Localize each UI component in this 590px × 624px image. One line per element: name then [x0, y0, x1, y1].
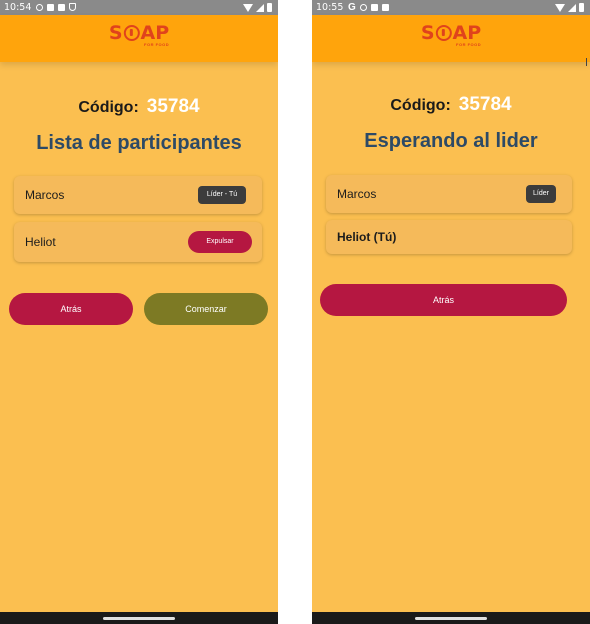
- status-time: 10:55: [316, 2, 344, 13]
- phone-screen-leader: 10:54 S AP FOR FOOD Código: 35784 Lista de…: [0, 0, 278, 624]
- status-bar: 10:55 G: [312, 0, 590, 15]
- battery-icon: [267, 3, 272, 12]
- wifi-icon: [243, 3, 253, 12]
- back-button[interactable]: Atrás: [9, 293, 133, 325]
- app-bar: S AP FOR FOOD: [312, 15, 590, 62]
- fork-knife-icon: [435, 25, 452, 41]
- signal-icon: [256, 3, 264, 12]
- fork-knife-icon: [123, 25, 140, 41]
- navigation-bar: [0, 612, 278, 624]
- participant-name: Heliot: [25, 235, 56, 249]
- navigation-bar: [312, 612, 590, 624]
- start-button[interactable]: Comenzar: [144, 293, 268, 325]
- edge-marker: [586, 58, 587, 66]
- participant-row: Marcos Líder - Tú: [14, 176, 262, 214]
- app-logo: S AP FOR FOOD: [108, 22, 170, 47]
- participant-row: Heliot Expulsar: [14, 222, 262, 262]
- status-bar: 10:54: [0, 0, 278, 15]
- google-icon: G: [348, 2, 356, 13]
- leader-badge: Líder: [526, 185, 556, 203]
- status-time: 10:54: [4, 2, 32, 13]
- vpn-icon: [36, 3, 43, 11]
- signal-icon: [568, 3, 576, 12]
- home-handle[interactable]: [103, 617, 175, 620]
- app-logo: S AP FOR FOOD: [420, 22, 482, 47]
- back-button[interactable]: Atrás: [320, 284, 567, 316]
- shield-icon: [69, 3, 76, 11]
- kick-button[interactable]: Expulsar: [188, 231, 252, 253]
- phone-screen-guest: 10:55 G S AP FOR FOOD Código: 35784 Espera…: [312, 0, 590, 624]
- page-title: Lista de participantes: [36, 132, 242, 154]
- code-label: Código:: [390, 97, 451, 114]
- notification-icon: [381, 4, 389, 11]
- participant-name: Marcos: [337, 187, 377, 201]
- battery-icon: [579, 3, 584, 12]
- code-value: 35784: [458, 94, 512, 115]
- page-title: Esperando al lider: [364, 130, 538, 152]
- vpn-icon: [359, 4, 367, 11]
- home-handle[interactable]: [415, 617, 487, 620]
- notification-icon: [58, 3, 65, 11]
- participant-name: Marcos: [25, 188, 65, 202]
- app-bar: S AP FOR FOOD: [0, 15, 278, 62]
- participant-row: Heliot (Tú): [326, 220, 572, 254]
- participant-row: Marcos Líder: [326, 175, 572, 213]
- notification-icon: [47, 3, 54, 11]
- wifi-icon: [555, 3, 565, 12]
- notification-icon: [370, 4, 378, 11]
- participant-name: Heliot (Tú): [337, 230, 397, 244]
- room-code: Código: 35784: [0, 96, 278, 118]
- leader-badge: Líder - Tú: [198, 186, 246, 204]
- code-value: 35784: [146, 96, 200, 117]
- code-label: Código:: [78, 99, 139, 116]
- room-code: Código: 35784: [312, 94, 590, 116]
